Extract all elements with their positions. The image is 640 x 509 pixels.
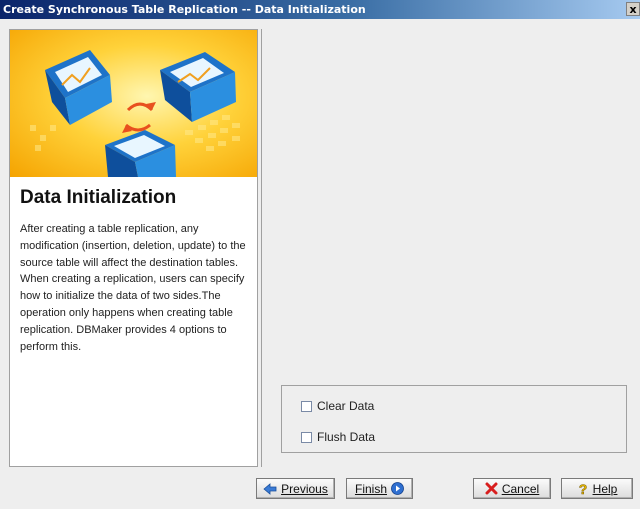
finish-icon <box>391 482 404 495</box>
window-title: Create Synchronous Table Replication -- … <box>3 3 366 16</box>
help-label: Help <box>592 481 618 496</box>
finish-button[interactable]: Finish <box>346 478 413 499</box>
svg-text:?: ? <box>578 482 587 496</box>
database-replication-illustration <box>30 50 240 177</box>
finish-label: Finish <box>354 481 387 496</box>
previous-button[interactable]: Previous <box>256 478 335 499</box>
cancel-label: Cancel <box>501 481 540 496</box>
close-icon[interactable]: x <box>626 2 640 16</box>
clear-data-label: Clear Data <box>317 399 375 413</box>
cancel-button[interactable]: Cancel <box>473 478 551 499</box>
previous-label: Previous <box>281 481 328 496</box>
window-title-bar: Create Synchronous Table Replication -- … <box>0 0 640 19</box>
clear-data-option[interactable]: Clear Data <box>301 398 374 414</box>
section-description: After creating a table replication, any … <box>20 223 246 353</box>
red-x-icon <box>485 482 498 495</box>
flush-data-option[interactable]: Flush Data <box>301 429 375 445</box>
banner-image <box>10 30 257 177</box>
flush-data-checkbox[interactable] <box>301 431 312 443</box>
help-button[interactable]: ? Help <box>561 478 633 499</box>
initialization-options-group: Clear Data Flush Data <box>281 385 627 453</box>
section-heading: Data Initialization <box>20 187 177 208</box>
info-panel: Data Initialization After creating a tab… <box>9 29 258 467</box>
clear-data-checkbox[interactable] <box>301 400 312 412</box>
back-arrow-icon <box>263 482 277 495</box>
question-mark-icon: ? <box>578 482 587 496</box>
flush-data-label: Flush Data <box>317 430 376 444</box>
